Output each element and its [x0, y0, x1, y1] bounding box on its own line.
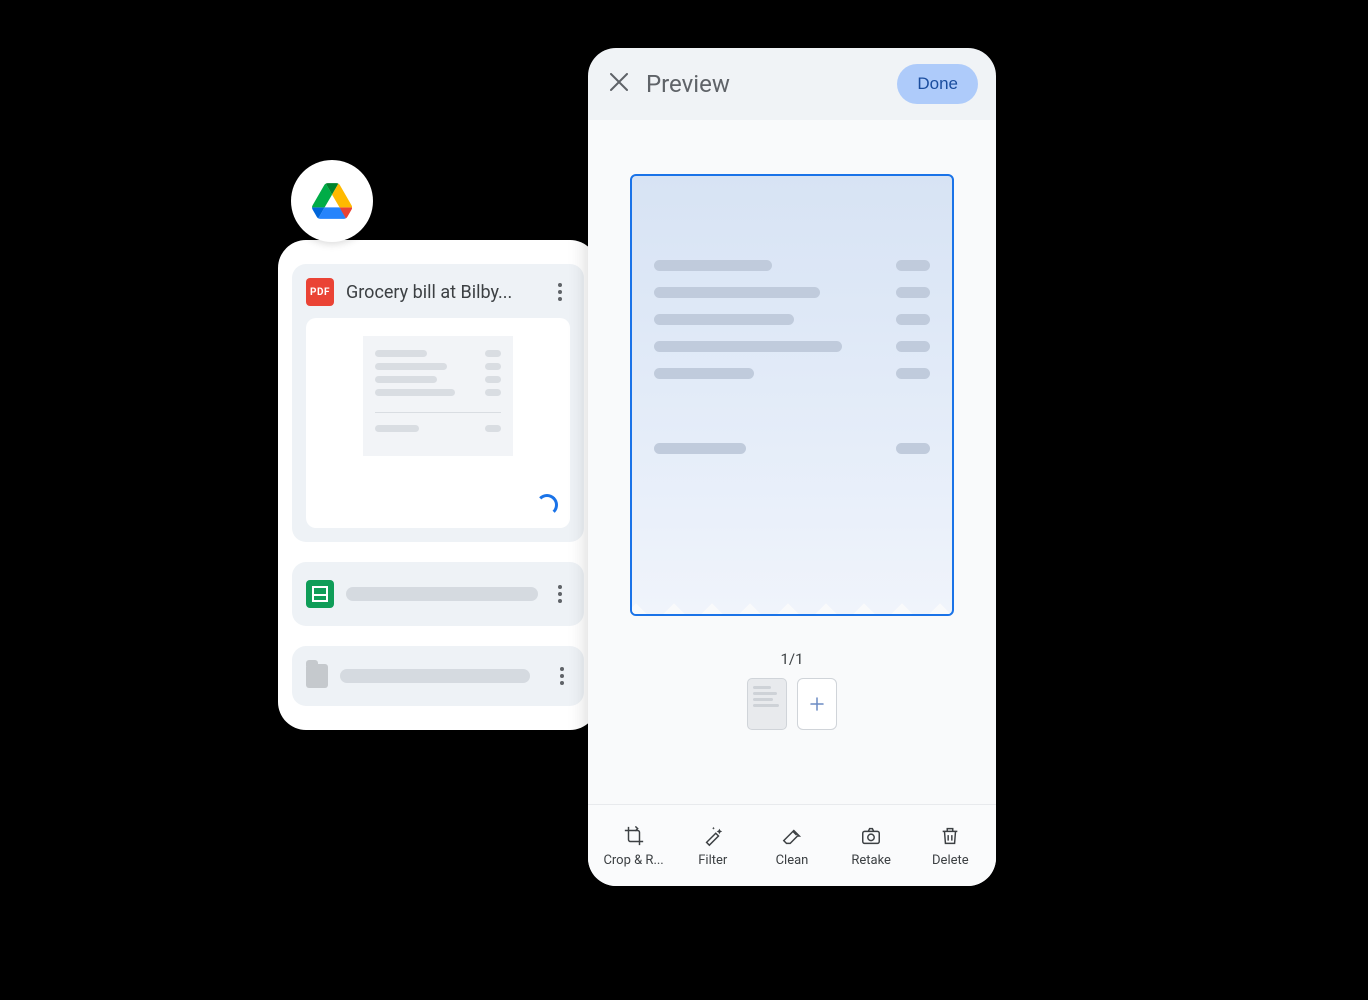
drive-file-list: PDF Grocery bill at Bilby... [278, 240, 598, 730]
sheets-icon [306, 580, 334, 608]
tool-label: Crop & R... [603, 853, 663, 868]
close-icon [610, 73, 628, 91]
close-button[interactable] [606, 72, 632, 97]
page-counter: 1/1 [780, 650, 803, 668]
preview-title: Preview [646, 70, 883, 98]
delete-button[interactable]: Delete [918, 824, 982, 868]
filter-button[interactable]: Filter [681, 824, 745, 868]
folder-icon [306, 664, 328, 688]
pdf-icon: PDF [306, 278, 334, 306]
crop-rotate-icon [622, 824, 646, 848]
file-thumbnail-area [306, 318, 570, 528]
file-title-placeholder [346, 587, 538, 601]
preview-header: Preview Done [588, 48, 996, 120]
add-page-button[interactable] [797, 678, 837, 730]
more-menu-button[interactable] [550, 283, 570, 301]
file-item-sheet[interactable] [292, 562, 584, 626]
tool-label: Clean [776, 853, 809, 868]
clean-button[interactable]: Clean [760, 824, 824, 868]
file-title-placeholder [340, 669, 530, 683]
tool-label: Retake [851, 853, 891, 868]
plus-icon [809, 696, 825, 712]
eraser-icon [780, 824, 804, 848]
tool-label: Filter [698, 853, 727, 868]
file-item-pdf[interactable]: PDF Grocery bill at Bilby... [292, 264, 584, 542]
tool-label: Delete [932, 853, 969, 868]
page-thumbnail-row [747, 678, 837, 730]
scan-crop-frame[interactable] [630, 174, 954, 616]
drive-logo [291, 160, 373, 242]
trash-icon [938, 824, 962, 848]
file-title: Grocery bill at Bilby... [346, 282, 538, 303]
page-thumbnail[interactable] [747, 678, 787, 730]
crop-rotate-button[interactable]: Crop & R... [602, 824, 666, 868]
receipt-thumbnail [363, 336, 513, 456]
loading-spinner-icon [536, 494, 558, 516]
camera-icon [859, 824, 883, 848]
preview-body: 1/1 [588, 120, 996, 804]
file-item-folder[interactable] [292, 646, 584, 706]
drive-logo-icon [312, 183, 352, 219]
preview-toolbar: Crop & R... Filter Clean Retake Delete [588, 804, 996, 886]
more-menu-button[interactable] [550, 585, 570, 603]
more-menu-button[interactable] [554, 667, 570, 685]
scan-preview-panel: Preview Done 1/1 [588, 48, 996, 886]
retake-button[interactable]: Retake [839, 824, 903, 868]
done-button[interactable]: Done [897, 64, 978, 104]
filter-magic-icon [701, 824, 725, 848]
